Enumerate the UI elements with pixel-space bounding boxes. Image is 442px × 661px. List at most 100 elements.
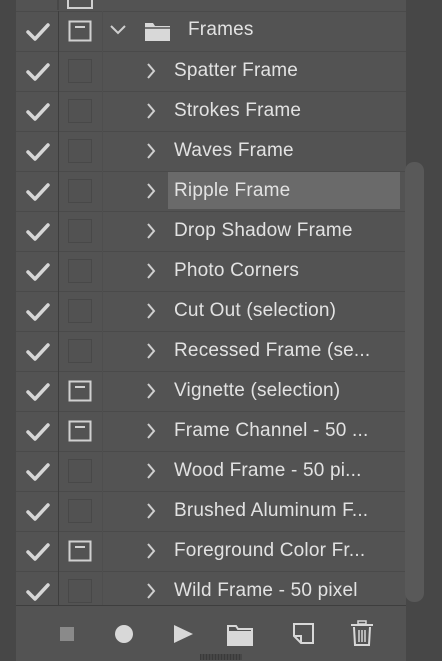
action-row[interactable]: Wood Frame - 50 pi... bbox=[16, 451, 406, 491]
action-row[interactable]: Strokes Frame bbox=[16, 91, 406, 131]
action-row[interactable]: Frame Channel - 50 ... bbox=[16, 411, 406, 451]
checkmark-icon[interactable] bbox=[24, 21, 52, 43]
dialog-toggle-empty[interactable] bbox=[68, 339, 92, 363]
column-divider bbox=[102, 171, 103, 211]
column-divider bbox=[58, 211, 59, 251]
column-divider bbox=[58, 291, 59, 331]
new-action-icon[interactable] bbox=[289, 618, 319, 648]
chevron-right-icon[interactable] bbox=[144, 582, 158, 600]
action-row[interactable]: Photo Corners bbox=[16, 251, 406, 291]
play-icon[interactable] bbox=[168, 618, 198, 648]
partial-top-row bbox=[16, 0, 406, 10]
action-name-cell[interactable]: Ripple Frame bbox=[168, 172, 400, 209]
action-name-cell[interactable]: Spatter Frame bbox=[168, 52, 400, 89]
action-name-cell[interactable]: Wild Frame - 50 pixel bbox=[168, 572, 400, 605]
checkmark-icon[interactable] bbox=[24, 581, 52, 603]
action-name-cell[interactable]: Photo Corners bbox=[168, 252, 400, 289]
chevron-right-icon[interactable] bbox=[144, 182, 158, 200]
dialog-toggle-empty[interactable] bbox=[68, 139, 92, 163]
dialog-toggle-empty[interactable] bbox=[68, 179, 92, 203]
action-row[interactable]: Waves Frame bbox=[16, 131, 406, 171]
dialog-toggle-empty[interactable] bbox=[68, 499, 92, 523]
column-divider bbox=[102, 411, 103, 451]
action-name: Drop Shadow Frame bbox=[174, 220, 353, 241]
checkmark-icon[interactable] bbox=[24, 61, 52, 83]
action-name-cell[interactable]: Wood Frame - 50 pi... bbox=[168, 452, 400, 489]
dialog-toggle-icon[interactable] bbox=[68, 420, 92, 442]
checkmark-icon[interactable] bbox=[24, 381, 52, 403]
dialog-toggle-icon[interactable] bbox=[68, 380, 92, 402]
panel-resize-grip[interactable] bbox=[200, 654, 242, 660]
dialog-toggle-empty[interactable] bbox=[68, 579, 92, 603]
action-row[interactable]: Foreground Color Fr... bbox=[16, 531, 406, 571]
checkmark-icon[interactable] bbox=[24, 461, 52, 483]
chevron-right-icon[interactable] bbox=[144, 342, 158, 360]
column-divider bbox=[102, 91, 103, 131]
record-icon[interactable] bbox=[109, 618, 139, 648]
chevron-right-icon[interactable] bbox=[144, 262, 158, 280]
chevron-right-icon[interactable] bbox=[144, 222, 158, 240]
action-name-cell[interactable]: Strokes Frame bbox=[168, 92, 400, 129]
chevron-right-icon[interactable] bbox=[144, 422, 158, 440]
action-name-cell[interactable]: Frame Channel - 50 ... bbox=[168, 412, 400, 449]
chevron-right-icon[interactable] bbox=[144, 542, 158, 560]
action-name-cell[interactable]: Recessed Frame (se... bbox=[168, 332, 400, 369]
chevron-right-icon[interactable] bbox=[144, 382, 158, 400]
action-name-cell[interactable]: Brushed Aluminum F... bbox=[168, 492, 400, 529]
new-set-icon[interactable] bbox=[226, 618, 256, 648]
action-set-name: Frames bbox=[188, 19, 254, 40]
action-row[interactable]: Brushed Aluminum F... bbox=[16, 491, 406, 531]
dialog-toggle-icon[interactable] bbox=[68, 540, 92, 562]
checkmark-icon[interactable] bbox=[24, 301, 52, 323]
chevron-right-icon[interactable] bbox=[144, 302, 158, 320]
chevron-right-icon[interactable] bbox=[144, 102, 158, 120]
chevron-right-icon[interactable] bbox=[144, 462, 158, 480]
column-divider bbox=[58, 171, 59, 211]
action-name-cell[interactable]: Foreground Color Fr... bbox=[168, 532, 400, 569]
column-divider bbox=[58, 131, 59, 171]
action-set-row[interactable]: Frames bbox=[16, 11, 406, 51]
delete-icon[interactable] bbox=[347, 618, 377, 648]
action-name-cell[interactable]: Cut Out (selection) bbox=[168, 292, 400, 329]
chevron-right-icon[interactable] bbox=[144, 142, 158, 160]
column-divider bbox=[102, 571, 103, 605]
action-row[interactable]: Cut Out (selection) bbox=[16, 291, 406, 331]
action-row[interactable]: Recessed Frame (se... bbox=[16, 331, 406, 371]
column-divider bbox=[58, 51, 59, 91]
chevron-right-icon[interactable] bbox=[144, 502, 158, 520]
checkmark-icon[interactable] bbox=[24, 421, 52, 443]
dialog-toggle-empty[interactable] bbox=[68, 219, 92, 243]
action-row[interactable]: Wild Frame - 50 pixel bbox=[16, 571, 406, 605]
checkmark-icon[interactable] bbox=[24, 261, 52, 283]
action-row[interactable]: Ripple Frame bbox=[16, 171, 406, 211]
action-row[interactable]: Vignette (selection) bbox=[16, 371, 406, 411]
action-name: Foreground Color Fr... bbox=[174, 540, 366, 561]
action-name: Cut Out (selection) bbox=[174, 300, 337, 321]
action-name-cell[interactable]: Waves Frame bbox=[168, 132, 400, 169]
dialog-toggle-empty[interactable] bbox=[68, 299, 92, 323]
action-name: Frame Channel - 50 ... bbox=[174, 420, 369, 441]
stop-icon[interactable] bbox=[52, 618, 82, 648]
checkmark-icon[interactable] bbox=[24, 541, 52, 563]
checkmark-icon[interactable] bbox=[24, 101, 52, 123]
action-name: Spatter Frame bbox=[174, 60, 299, 81]
checkmark-icon[interactable] bbox=[24, 341, 52, 363]
action-name-cell[interactable]: Drop Shadow Frame bbox=[168, 212, 400, 249]
column-divider bbox=[58, 11, 59, 51]
checkmark-icon[interactable] bbox=[24, 501, 52, 523]
dialog-toggle-empty[interactable] bbox=[68, 99, 92, 123]
checkmark-icon[interactable] bbox=[24, 221, 52, 243]
column-divider bbox=[102, 371, 103, 411]
action-row[interactable]: Drop Shadow Frame bbox=[16, 211, 406, 251]
dialog-toggle-empty[interactable] bbox=[68, 59, 92, 83]
chevron-right-icon[interactable] bbox=[144, 62, 158, 80]
chevron-down-icon[interactable] bbox=[108, 23, 128, 41]
dialog-toggle-icon[interactable] bbox=[68, 20, 92, 42]
checkmark-icon[interactable] bbox=[24, 141, 52, 163]
dialog-toggle-empty[interactable] bbox=[68, 259, 92, 283]
checkmark-icon[interactable] bbox=[24, 181, 52, 203]
dialog-toggle-empty[interactable] bbox=[68, 459, 92, 483]
action-row[interactable]: Spatter Frame bbox=[16, 51, 406, 91]
scrollbar-thumb[interactable] bbox=[405, 162, 424, 602]
action-name-cell[interactable]: Vignette (selection) bbox=[168, 372, 400, 409]
